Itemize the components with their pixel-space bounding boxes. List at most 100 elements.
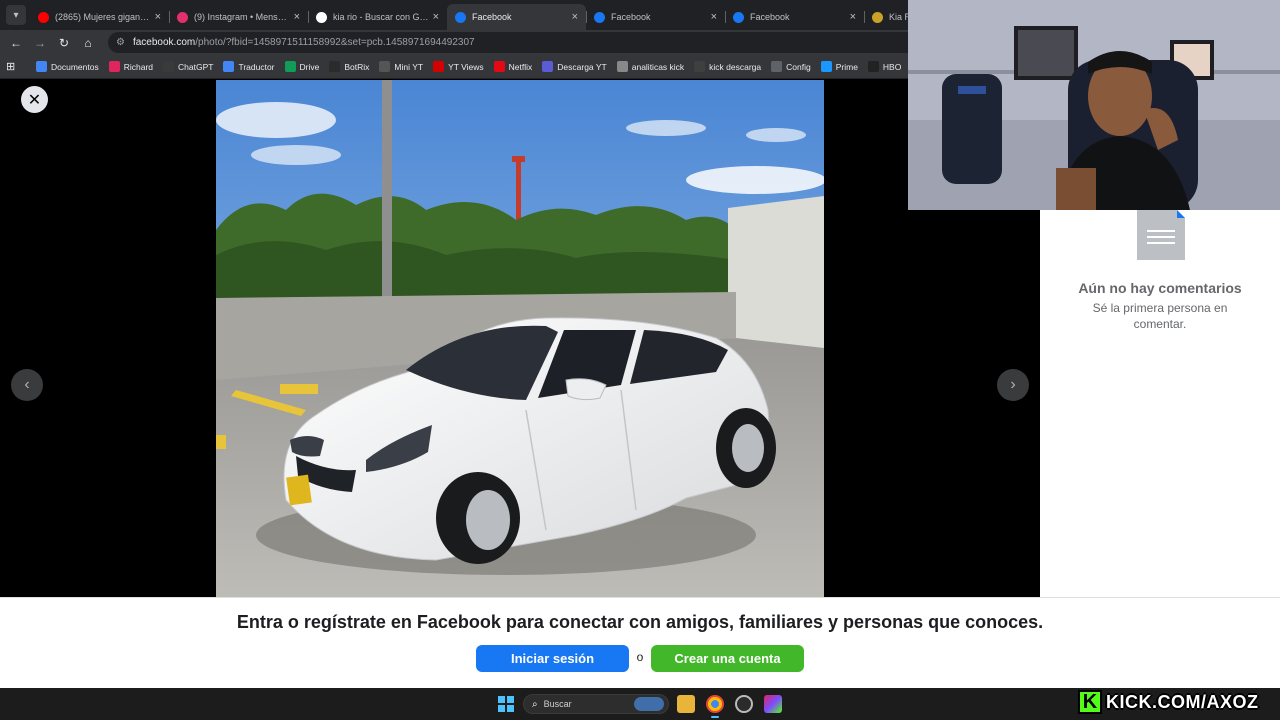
next-photo-button[interactable]: › [997,369,1029,401]
empty-document-icon [1137,210,1185,260]
translate-icon [223,61,235,72]
kick-download-icon [694,61,706,72]
login-prompt-banner: Entra o regístrate en Facebook para cone… [0,597,1280,688]
prime-icon [820,61,832,72]
close-icon: ✕ [27,91,42,109]
site-info-icon[interactable]: ⚙ [116,37,125,48]
close-tab-icon[interactable]: × [294,11,300,23]
bookmark-item[interactable]: Richard [108,61,154,72]
bookmark-item[interactable]: Traductor [223,61,275,72]
bookmark-item[interactable]: Drive [284,61,320,72]
bookmark-label: Config [786,61,811,72]
kia-icon [872,11,883,23]
bookmark-item[interactable]: Config [771,61,811,72]
chatgpt-icon [163,61,175,72]
tab-title: kia rio - Buscar con Googl [333,12,429,22]
browser-tab[interactable]: Facebook × [447,4,586,30]
browser-tab[interactable]: Facebook × [586,4,725,30]
drive-icon [284,61,296,72]
facebook-icon [455,11,466,23]
kick-channel-watermark: K KICK.COM/AXOZ [1078,688,1272,716]
bookmark-label: Prime [835,61,858,72]
netflix-icon [493,61,505,72]
bookmark-item[interactable]: kick descarga [694,61,761,72]
tab-title: Facebook [750,12,790,22]
richard-icon [108,61,120,72]
chrome-icon[interactable] [706,695,724,718]
create-account-button[interactable]: Crear una cuenta [651,645,804,672]
close-viewer-button[interactable]: ✕ [21,86,48,113]
youtube-icon [38,11,49,23]
bookmark-item[interactable]: Documentos [36,61,99,72]
bookmark-label: Richard [123,61,154,72]
tab-title: Facebook [472,12,512,22]
facebook-icon [733,11,744,23]
or-separator: o [636,650,644,664]
close-tab-icon[interactable]: × [155,11,161,23]
google-icon [316,11,327,23]
login-prompt-message: Entra o regístrate en Facebook para cone… [236,612,1044,632]
bookmark-item[interactable]: Descarga YT [542,61,607,72]
home-icon[interactable]: ⌂ [78,33,98,53]
bookmark-label: Descarga YT [557,61,607,72]
yt-views-icon [433,61,445,72]
back-arrow-icon[interactable]: ← [6,33,26,53]
bookmark-item[interactable]: analiticas kick [616,61,684,72]
screen: ▾ (2865) Mujeres gigantes d × (9) Instagra… [0,0,1280,720]
apps-grid-icon[interactable]: ⊞ [6,60,22,73]
url-path: /photo/?fbid=1458971511158992&set=pcb.14… [195,37,475,48]
tab-title: (2865) Mujeres gigantes d [55,12,151,22]
close-tab-icon[interactable]: × [850,11,856,23]
browser-tab[interactable]: (9) Instagram • Mensajes × [169,4,308,30]
close-tab-icon[interactable]: × [711,11,717,23]
search-highlight-icon [634,697,664,711]
browser-tab[interactable]: kia rio - Buscar con Googl × [308,4,447,30]
tab-search-icon[interactable]: ▾ [6,5,26,25]
botrix-icon [329,61,341,72]
browser-tab[interactable]: Facebook × [725,4,864,30]
gear-icon [771,61,783,72]
forward-arrow-icon[interactable]: → [30,33,50,53]
bookmark-list: Documentos Richard ChatGPT Traductor Drive Bo… [36,61,946,72]
streamer-webcam-image [908,0,1280,210]
browser-tab[interactable]: (2865) Mujeres gigantes d × [30,4,169,30]
reload-icon[interactable]: ↻ [54,33,74,53]
close-tab-icon[interactable]: × [572,11,578,23]
docs-icon [36,61,47,72]
bookmark-label: ChatGPT [178,61,214,72]
bookmark-item[interactable]: HBO [867,61,901,72]
bookmark-item[interactable]: BotRix [329,61,369,72]
instagram-icon [177,11,188,23]
download-yt-icon [542,61,554,72]
webcam-overlay [908,0,1280,210]
bookmark-item[interactable]: ChatGPT [163,61,213,72]
taskbar-search-box[interactable]: ⌕ Buscar [523,694,669,714]
chevron-left-icon: ‹ [24,376,30,393]
bookmark-item[interactable]: Netflix [493,61,533,72]
url-host: facebook.com [132,37,196,48]
app-launcher-icon[interactable] [764,695,782,713]
kick-handle: KICK.COM/AXOZ [1106,691,1259,712]
file-explorer-icon[interactable] [677,695,695,713]
comments-panel: Aún no hay comentarios Sé la primera per… [1040,210,1280,597]
no-comments-heading: Aún no hay comentarios [1078,280,1242,296]
windows-start-icon[interactable] [498,696,514,712]
hbo-icon [867,61,879,72]
login-button[interactable]: Iniciar sesión [476,645,629,672]
previous-photo-button[interactable]: ‹ [11,369,43,401]
obs-icon[interactable] [735,695,753,713]
bookmark-label: Netflix [508,61,533,72]
close-tab-icon[interactable]: × [433,11,439,23]
bookmark-item[interactable]: YT Views [433,61,484,72]
tab-list: (2865) Mujeres gigantes d × (9) Instagram … [30,4,1003,30]
tab-title: Facebook [611,12,651,22]
search-icon: ⌕ [532,698,538,710]
car-photo [216,80,824,597]
bookmark-label: BotRix [344,61,370,72]
bookmark-label: Drive [299,61,320,72]
bookmark-label: kick descarga [709,61,762,72]
bookmark-label: Documentos [51,61,99,72]
bookmark-item[interactable]: Mini YT [379,61,423,72]
bookmark-item[interactable]: Prime [820,61,858,72]
kick-logo-icon: K [1078,690,1102,714]
